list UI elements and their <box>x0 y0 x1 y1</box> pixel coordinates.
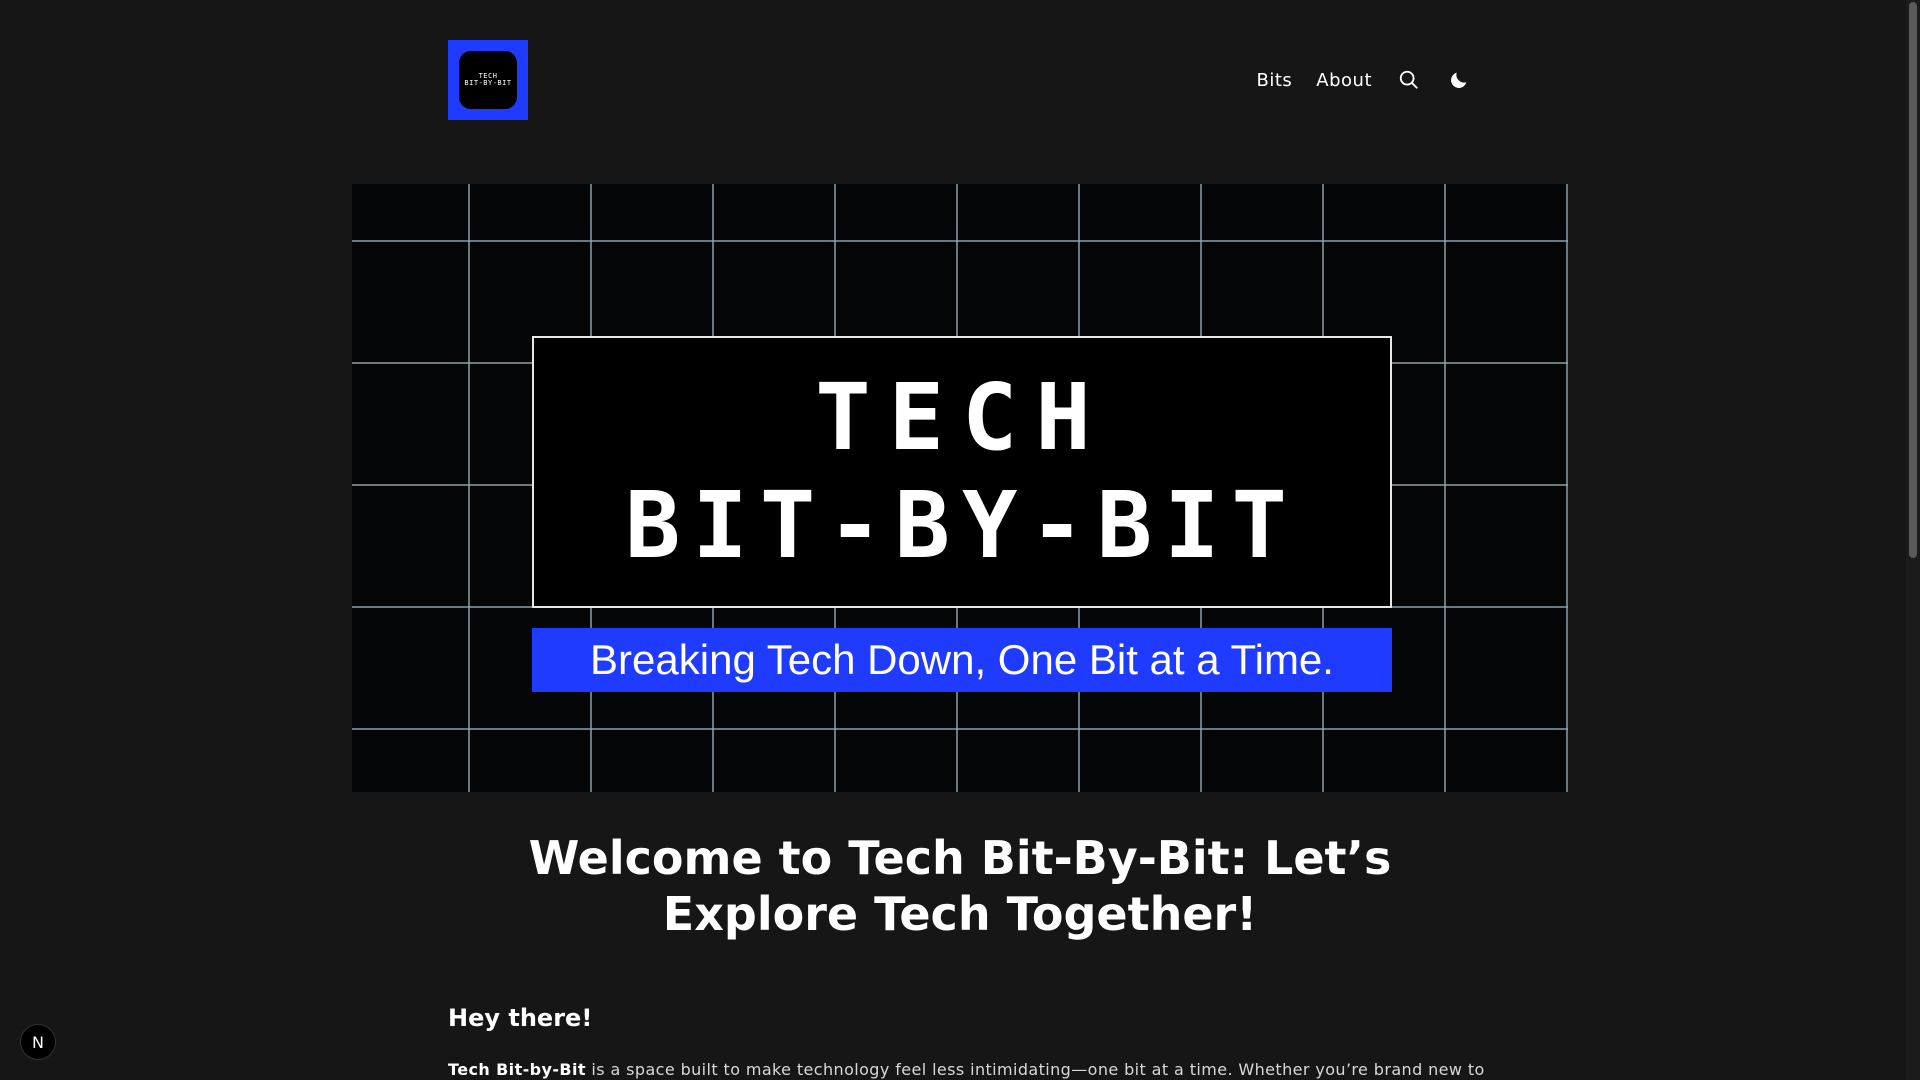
search-icon <box>1399 70 1418 89</box>
intro-paragraph: Tech Bit-by-Bit is a space built to make… <box>448 1060 1484 1079</box>
logo-mark: TECH BIT-BY-BIT <box>459 51 517 109</box>
theme-toggle-button[interactable] <box>1446 67 1472 93</box>
nextjs-dev-badge[interactable]: N <box>20 1024 56 1060</box>
logo-text-line2: BIT-BY-BIT <box>464 79 512 87</box>
nav-link-about[interactable]: About <box>1316 70 1372 91</box>
hero-banner: TECH BIT-BY-BIT Breaking Tech Down, One … <box>352 184 1568 792</box>
intro-text: is a space built to make technology feel… <box>585 1060 1485 1079</box>
hero-title-box: TECH BIT-BY-BIT <box>532 336 1392 608</box>
page-title: Welcome to Tech Bit-By-Bit: Let’s Explor… <box>448 830 1472 942</box>
scrollbar-thumb[interactable] <box>1909 2 1917 558</box>
search-button[interactable] <box>1396 67 1422 93</box>
moon-icon <box>1451 72 1467 88</box>
main-nav: Bits About <box>1256 67 1472 93</box>
nav-link-bits[interactable]: Bits <box>1256 70 1292 91</box>
page-title-line1: Welcome to Tech Bit-By-Bit: Let’s <box>528 831 1392 885</box>
site-header: TECH BIT-BY-BIT Bits About <box>448 40 1472 120</box>
section-heading: Hey there! <box>448 1004 593 1032</box>
hero-title-line2: BIT-BY-BIT <box>625 472 1299 579</box>
site-logo[interactable]: TECH BIT-BY-BIT <box>448 40 528 120</box>
hero-tagline: Breaking Tech Down, One Bit at a Time. <box>532 628 1392 692</box>
page-title-line2: Explore Tech Together! <box>662 887 1258 941</box>
intro-bold-text: Tech Bit-by-Bit <box>448 1060 586 1079</box>
hero-title-line1: TECH <box>815 364 1109 471</box>
page-scrollbar[interactable] <box>1906 0 1920 1080</box>
